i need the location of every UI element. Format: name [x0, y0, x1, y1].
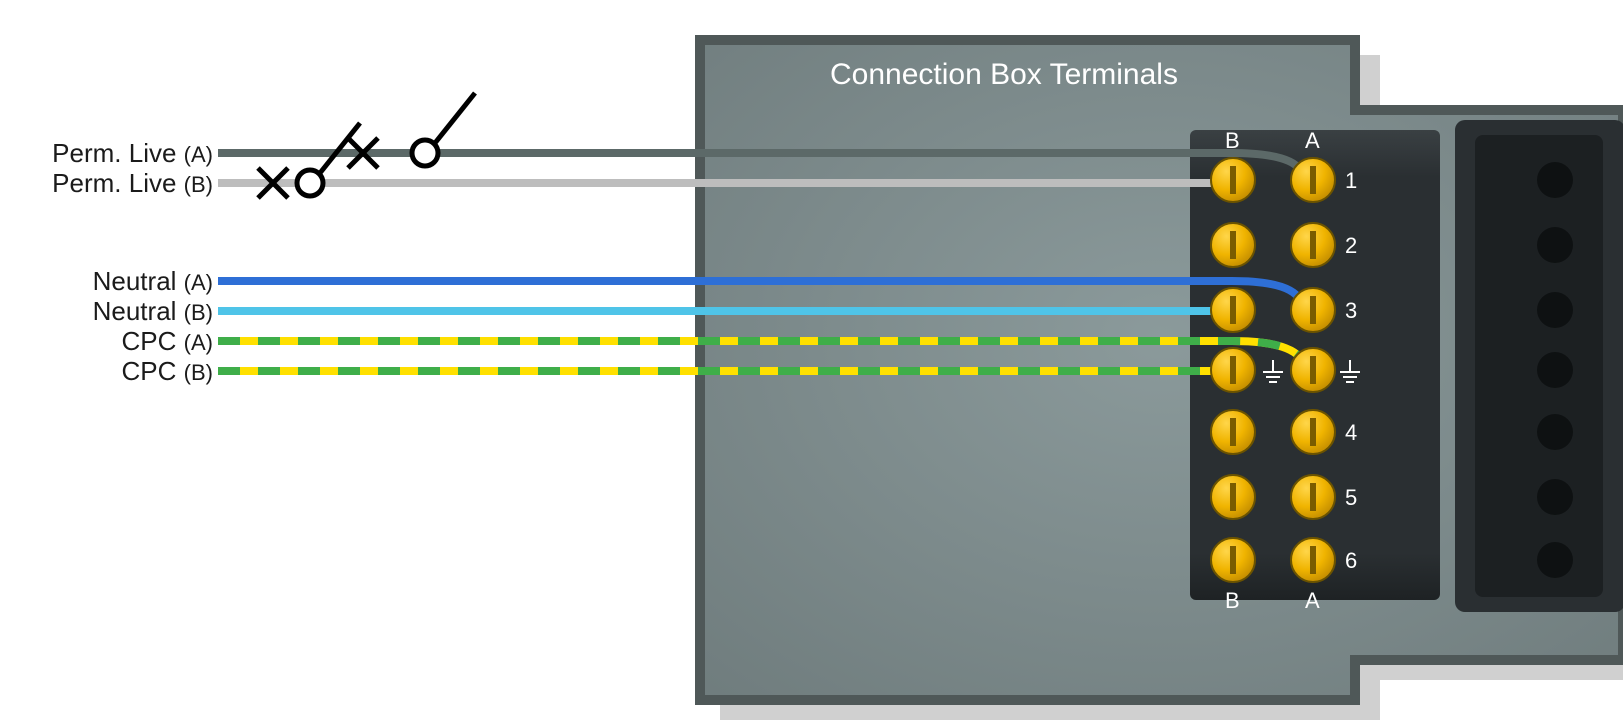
row-2: 2	[1345, 233, 1357, 259]
row-4: 4	[1345, 420, 1357, 446]
label-cpc-a: CPC (A)	[122, 326, 213, 357]
label-neutral-a: Neutral (A)	[93, 266, 213, 297]
col-b-top: B	[1225, 128, 1240, 154]
col-a-bottom: A	[1305, 588, 1320, 614]
label-perm-live-b: Perm. Live (B)	[52, 168, 213, 199]
wiring-diagram: Connection Box Terminals Perm. Live (A) …	[0, 0, 1623, 726]
row-5: 5	[1345, 485, 1357, 511]
row-3: 3	[1345, 298, 1357, 324]
label-cpc-b: CPC (B)	[122, 356, 213, 387]
label-perm-live-a: Perm. Live (A)	[52, 138, 213, 169]
col-a-top: A	[1305, 128, 1320, 154]
box-title: Connection Box Terminals	[830, 58, 1178, 92]
label-neutral-b: Neutral (B)	[93, 296, 213, 327]
col-b-bottom: B	[1225, 588, 1240, 614]
diagram-svg	[0, 0, 1623, 726]
row-6: 6	[1345, 548, 1357, 574]
row-1: 1	[1345, 168, 1357, 194]
